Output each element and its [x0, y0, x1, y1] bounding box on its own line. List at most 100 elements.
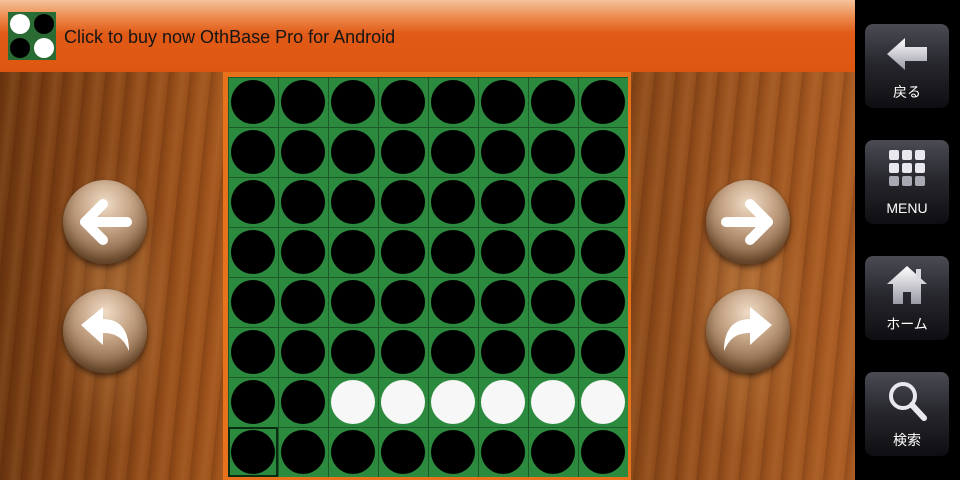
black-disc [531, 180, 575, 224]
othello-board[interactable] [228, 77, 628, 477]
search-button[interactable]: 検索 [865, 372, 949, 456]
board-cell[interactable] [328, 127, 378, 177]
board-cell[interactable] [528, 227, 578, 277]
board-cell[interactable] [328, 427, 378, 477]
black-disc [281, 430, 325, 474]
board-cell[interactable] [578, 377, 628, 427]
board-cell[interactable] [278, 427, 328, 477]
board-cell[interactable] [478, 327, 528, 377]
board-cell[interactable] [428, 127, 478, 177]
black-disc [481, 430, 525, 474]
arrow-left-icon [80, 199, 132, 245]
board-cell[interactable] [228, 77, 278, 127]
black-disc [381, 330, 425, 374]
board-cell[interactable] [478, 77, 528, 127]
board-cell[interactable] [328, 277, 378, 327]
board-cell[interactable] [578, 177, 628, 227]
menu-button[interactable]: MENU [865, 140, 949, 224]
board-cell[interactable] [228, 177, 278, 227]
board-cell[interactable] [478, 427, 528, 477]
board-cell[interactable] [428, 377, 478, 427]
board-cell[interactable] [428, 77, 478, 127]
home-button[interactable]: ホーム [865, 256, 949, 340]
black-disc [231, 230, 275, 274]
black-disc [481, 130, 525, 174]
board-cell[interactable] [478, 277, 528, 327]
board-cell[interactable] [528, 377, 578, 427]
logo-black-disc [34, 14, 54, 34]
board-cell[interactable] [528, 277, 578, 327]
back-button[interactable]: 戻る [865, 24, 949, 108]
board-cell[interactable] [528, 127, 578, 177]
board-cell[interactable] [428, 427, 478, 477]
board-cell[interactable] [378, 227, 428, 277]
black-disc [331, 280, 375, 324]
black-disc [431, 330, 475, 374]
board-cell[interactable] [478, 227, 528, 277]
black-disc [381, 180, 425, 224]
board-cell[interactable] [328, 177, 378, 227]
black-disc [231, 380, 275, 424]
board-cell[interactable] [278, 327, 328, 377]
board-cell[interactable] [378, 327, 428, 377]
board-cell[interactable] [328, 377, 378, 427]
board-cell[interactable] [528, 327, 578, 377]
board-cell[interactable] [428, 327, 478, 377]
board-cell[interactable] [228, 327, 278, 377]
black-disc [481, 230, 525, 274]
board-cell[interactable] [428, 277, 478, 327]
menu-label: MENU [886, 200, 928, 216]
previous-move-button[interactable] [63, 180, 147, 264]
board-cell[interactable] [278, 77, 328, 127]
board-cell[interactable] [478, 127, 528, 177]
board-cell[interactable] [278, 277, 328, 327]
board-cell[interactable] [428, 227, 478, 277]
board-cell[interactable] [528, 77, 578, 127]
board-cell[interactable] [578, 227, 628, 277]
grid-menu-icon [889, 150, 925, 186]
board-cell[interactable] [228, 427, 278, 477]
black-disc [331, 430, 375, 474]
board-cell[interactable] [278, 377, 328, 427]
board-cell[interactable] [378, 427, 428, 477]
white-disc [431, 380, 475, 424]
othello-logo-icon [8, 12, 56, 60]
board-cell[interactable] [378, 277, 428, 327]
board-cell[interactable] [378, 177, 428, 227]
black-disc [231, 280, 275, 324]
redo-button[interactable] [706, 289, 790, 373]
board-cell[interactable] [328, 327, 378, 377]
board-cell[interactable] [478, 177, 528, 227]
board-cell[interactable] [578, 277, 628, 327]
promo-banner[interactable]: Click to buy now OthBase Pro for Android [0, 0, 855, 72]
board-cell[interactable] [228, 127, 278, 177]
board-cell[interactable] [278, 177, 328, 227]
board-cell[interactable] [228, 277, 278, 327]
next-move-button[interactable] [706, 180, 790, 264]
board-cell[interactable] [328, 77, 378, 127]
board-cell[interactable] [278, 127, 328, 177]
board-cell[interactable] [478, 377, 528, 427]
undo-button[interactable] [63, 289, 147, 373]
board-cell[interactable] [378, 377, 428, 427]
board-cell[interactable] [278, 227, 328, 277]
black-disc [381, 230, 425, 274]
board-cell[interactable] [578, 77, 628, 127]
black-disc [431, 230, 475, 274]
back-arrow-icon [887, 38, 927, 70]
logo-black-disc [10, 38, 30, 58]
board-cell[interactable] [378, 127, 428, 177]
board-cell[interactable] [578, 327, 628, 377]
board-cell[interactable] [528, 177, 578, 227]
black-disc [381, 280, 425, 324]
board-cell[interactable] [378, 77, 428, 127]
board-cell[interactable] [578, 427, 628, 477]
board-cell[interactable] [228, 227, 278, 277]
board-cell[interactable] [328, 227, 378, 277]
board-cell[interactable] [428, 177, 478, 227]
black-disc [581, 230, 625, 274]
board-cell[interactable] [228, 377, 278, 427]
board-cell[interactable] [528, 427, 578, 477]
board-cell[interactable] [578, 127, 628, 177]
black-disc [481, 80, 525, 124]
